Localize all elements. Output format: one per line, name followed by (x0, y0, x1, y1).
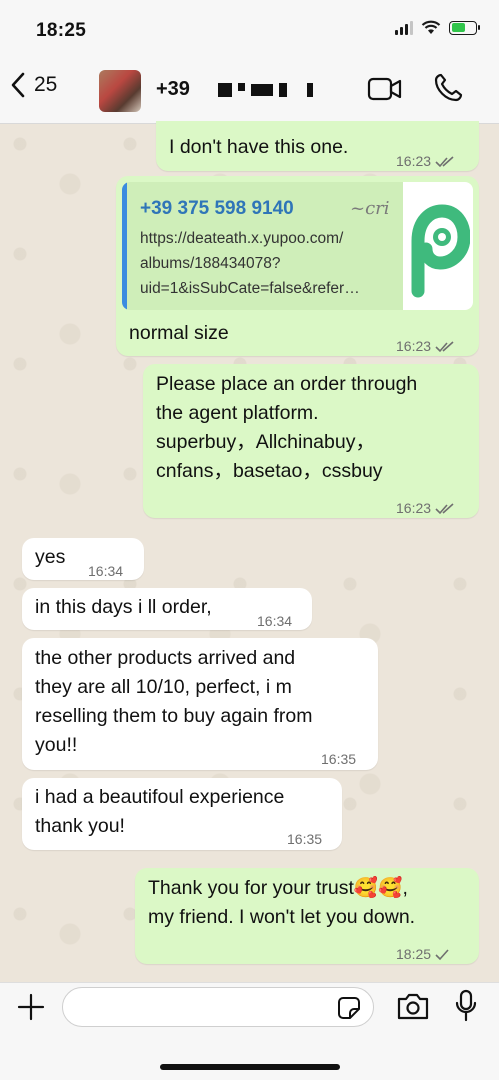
message-meta: 16:23 (396, 494, 455, 523)
message-text: normal size (129, 322, 229, 344)
status-icons (395, 20, 480, 35)
yupoo-logo-icon (406, 191, 470, 301)
message-meta: 16:23 (396, 332, 455, 361)
status-bar: 18:25 (0, 0, 499, 58)
redacted-number (217, 82, 313, 97)
message-time: 16:23 (396, 153, 432, 169)
contact-name[interactable]: +39 (156, 78, 313, 101)
message-bubble-incoming[interactable]: the other products arrived and they are … (22, 638, 378, 770)
chat-header: 25 +39 (0, 58, 499, 124)
plus-icon[interactable] (17, 993, 45, 1021)
message-input[interactable] (62, 987, 374, 1027)
read-receipt-icon (435, 155, 454, 167)
home-indicator (160, 1064, 340, 1070)
status-time: 18:25 (36, 20, 87, 41)
battery-icon (449, 20, 480, 35)
contact-prefix: +39 (156, 78, 190, 100)
message-text: in this days i ll order, (35, 596, 212, 618)
camera-icon[interactable] (396, 991, 430, 1021)
unread-count: 25 (34, 73, 58, 96)
wifi-icon (421, 20, 441, 34)
microphone-icon[interactable] (454, 989, 478, 1023)
message-text: yes (35, 546, 66, 568)
message-bubble-incoming[interactable]: i had a beautifoul experience thank you!… (22, 778, 342, 850)
read-receipt-icon (435, 502, 454, 514)
link-accent-bar (122, 182, 127, 310)
message-time: 16:34 (257, 613, 293, 629)
message-input-bar (0, 982, 499, 1080)
message-text: Please place an order through the agent … (156, 373, 418, 482)
message-text: I don't have this one. (169, 136, 349, 158)
message-bubble-incoming[interactable]: yes 16:34 (22, 538, 144, 580)
chevron-left-icon (11, 72, 25, 98)
sticker-icon[interactable] (337, 996, 361, 1020)
link-phone: +39 375 598 9140 (140, 198, 294, 219)
message-meta: 16:23 (396, 147, 455, 176)
avatar[interactable] (99, 70, 141, 112)
back-button[interactable]: 25 (10, 72, 57, 98)
link-preview[interactable]: +39 375 598 9140 ~cri https://deateath.x… (122, 182, 473, 310)
message-time: 18:25 (396, 946, 432, 962)
video-camera-icon[interactable] (367, 76, 403, 102)
message-time: 16:34 (88, 563, 124, 579)
message-time: 16:23 (396, 500, 432, 516)
link-url: https://deateath.x.yupoo.com/ albums/188… (140, 230, 360, 297)
delivered-check-icon (435, 948, 449, 960)
message-time: 16:35 (321, 751, 357, 767)
message-bubble-outgoing[interactable]: Thank you for your trust🥰🥰, my friend. I… (135, 868, 479, 964)
message-text: the other products arrived and they are … (35, 647, 313, 756)
message-bubble-outgoing[interactable]: +39 375 598 9140 ~cri https://deateath.x… (116, 176, 479, 356)
message-meta: 18:25 (396, 940, 449, 969)
message-bubble-incoming[interactable]: in this days i ll order, 16:34 (22, 588, 312, 630)
phone-icon[interactable] (432, 72, 464, 104)
message-bubble-outgoing[interactable]: I don't have this one. 16:23 (156, 121, 479, 171)
link-author: ~cri (350, 198, 390, 219)
cellular-signal-icon (395, 20, 413, 35)
message-time: 16:35 (287, 831, 323, 847)
read-receipt-icon (435, 340, 454, 352)
message-text: Thank you for your trust🥰🥰, my friend. I… (148, 877, 416, 928)
message-bubble-outgoing[interactable]: Please place an order through the agent … (143, 364, 479, 518)
message-text: i had a beautifoul experience thank you! (35, 786, 285, 837)
link-thumbnail (403, 182, 473, 310)
message-time: 16:23 (396, 338, 432, 354)
